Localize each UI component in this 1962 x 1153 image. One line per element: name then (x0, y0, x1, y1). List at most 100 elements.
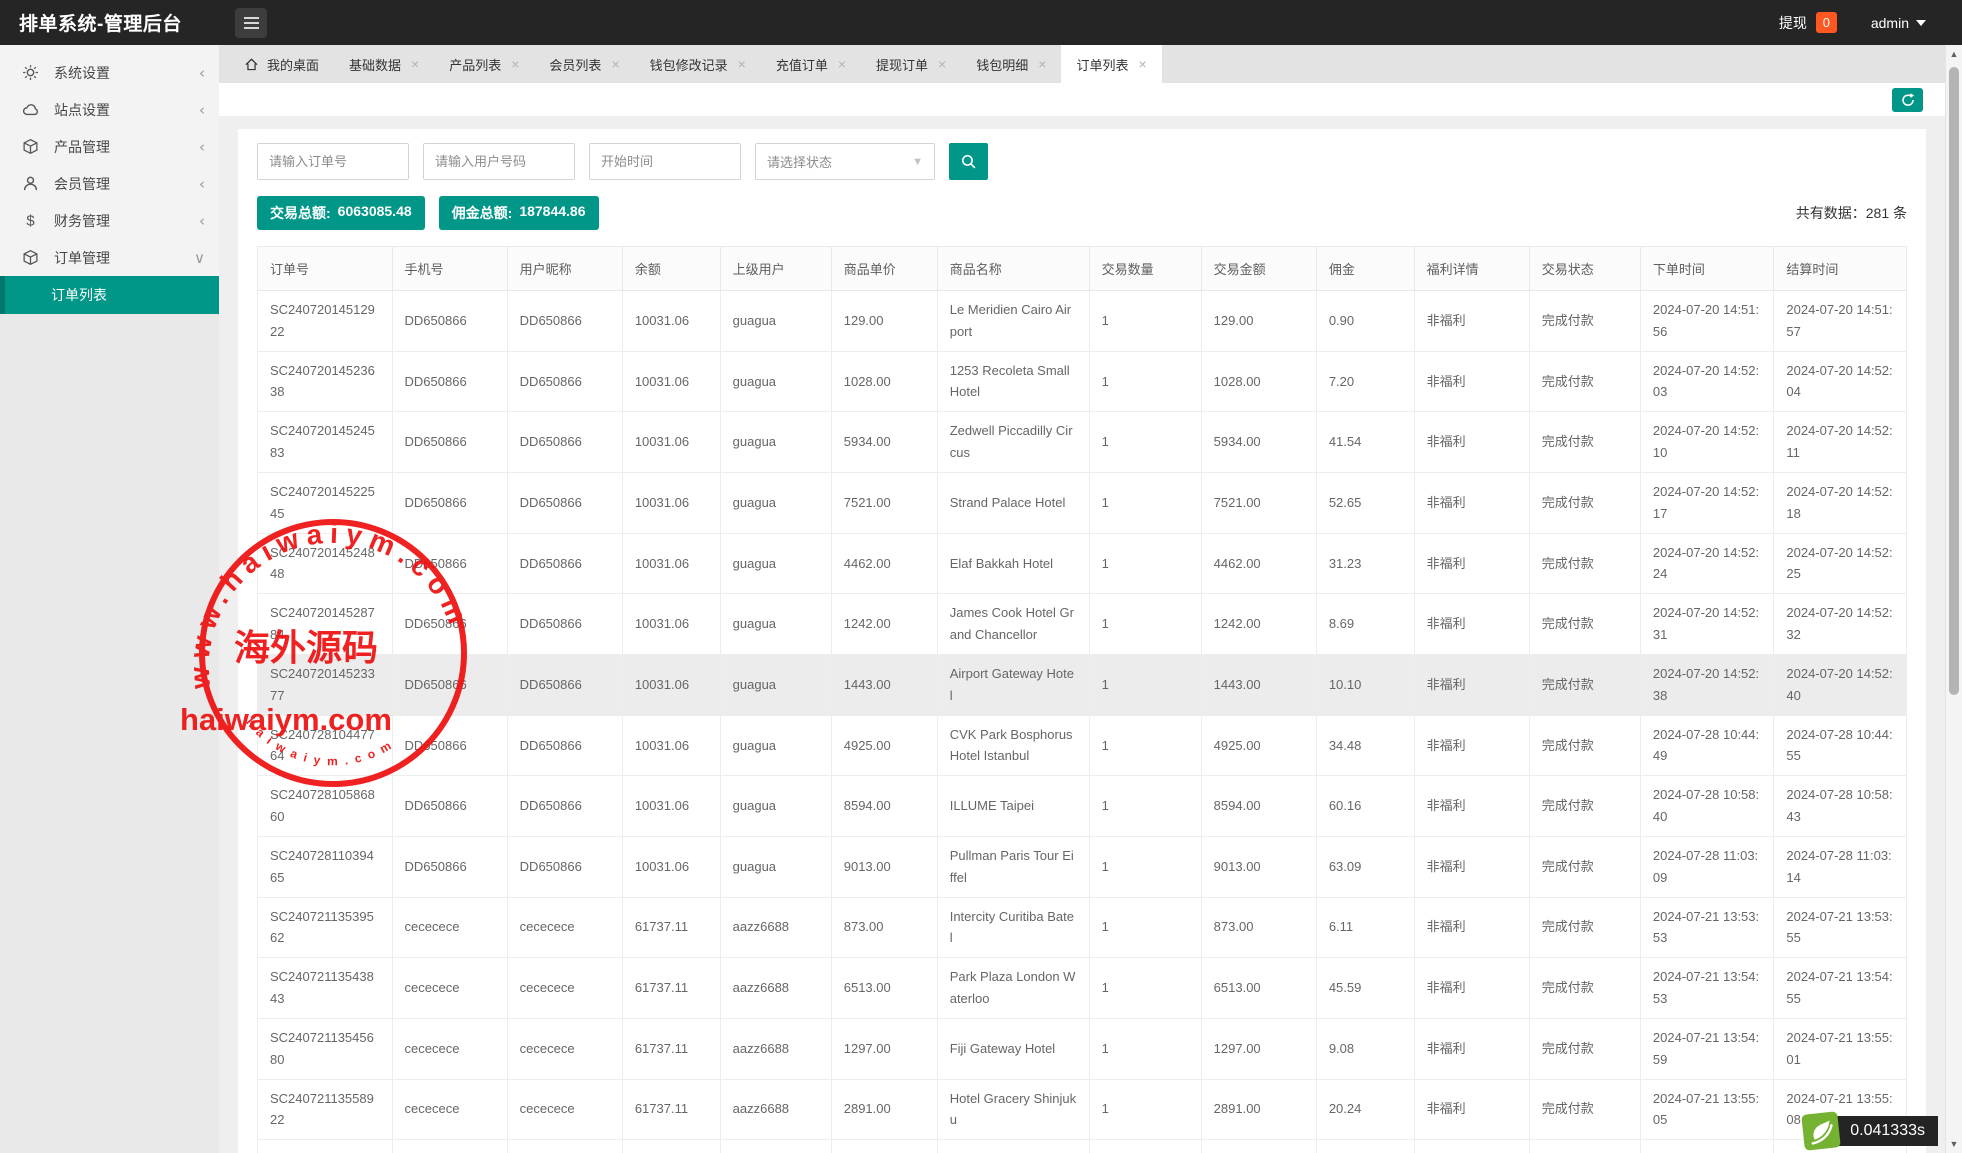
start-time-input[interactable] (589, 143, 741, 180)
cell-phone: cececece (392, 1079, 507, 1140)
table-row[interactable]: SC24072113545680cececececececece61737.11… (258, 1018, 1907, 1079)
cell-parent: guagua (720, 654, 831, 715)
tab-钱包修改记录[interactable]: 钱包修改记录× (635, 45, 761, 83)
cell-product: Fiji Gateway Hotel (937, 1018, 1089, 1079)
sidebar-item-会员管理[interactable]: 会员管理‹ (0, 165, 219, 202)
scroll-up-icon[interactable]: ▲ (1946, 47, 1962, 61)
close-icon[interactable]: × (1038, 56, 1046, 72)
cell-parent: guagua (720, 715, 831, 776)
refresh-button[interactable] (1892, 88, 1923, 112)
cell-parent: guagua (720, 472, 831, 533)
table-row[interactable]: SC24072014528784DD650866DD65086610031.06… (258, 594, 1907, 655)
table-row[interactable]: SC24072014524848DD650866DD65086610031.06… (258, 533, 1907, 594)
cell-order_time: 2024-07-20 14:52:17 (1640, 472, 1774, 533)
close-icon[interactable]: × (611, 56, 619, 72)
cell-nickname: DD650866 (507, 836, 622, 897)
search-button[interactable] (949, 143, 988, 180)
cell-welfare: 非福利 (1414, 958, 1529, 1019)
cell-settle_time: 2024-07-20 14:52:40 (1774, 654, 1907, 715)
cell-parent: aazz6688 (720, 897, 831, 958)
scrollbar-thumb[interactable] (1949, 67, 1959, 695)
cell-qty: 1 (1089, 897, 1201, 958)
close-icon[interactable]: × (938, 56, 946, 72)
sidebar-item-系统设置[interactable]: 系统设置‹ (0, 54, 219, 91)
cell-product: Airport Gateway Hotel (937, 654, 1089, 715)
cell-order_time: 2024-07-20 14:52:38 (1640, 654, 1774, 715)
cell-parent: aazz6688 (720, 1140, 831, 1153)
table-row[interactable]: SC24072113543843cececececececece61737.11… (258, 958, 1907, 1019)
sidebar-item-订单管理[interactable]: 订单管理∨ (0, 239, 219, 276)
cell-parent: guagua (720, 533, 831, 594)
cell-price: 1242.00 (831, 594, 937, 655)
column-header: 交易数量 (1089, 247, 1201, 291)
cell-phone: cececece (392, 1018, 507, 1079)
cell-product: CVK Park Bosphorus Hotel Istanbul (937, 715, 1089, 776)
app-header: 排单系统-管理后台 提现 0 admin (0, 0, 1962, 45)
close-icon[interactable]: × (738, 56, 746, 72)
table-row[interactable]: SC24072811039465DD650866DD65086610031.06… (258, 836, 1907, 897)
tab-订单列表[interactable]: 订单列表× (1061, 45, 1161, 83)
content-card: 请选择状态 ▼ 交易总额: 6063085.48 佣金总额: (238, 129, 1926, 1153)
tab-产品列表[interactable]: 产品列表× (434, 45, 534, 83)
user-no-input[interactable] (423, 143, 575, 180)
cell-status: 完成付款 (1529, 776, 1640, 837)
table-row[interactable]: SC24072014512922DD650866DD65086610031.06… (258, 291, 1907, 352)
table-row[interactable]: SC24072113558922cececececececece61737.11… (258, 1079, 1907, 1140)
cell-welfare: 非福利 (1414, 654, 1529, 715)
withdraw-button[interactable]: 提现 0 (1779, 12, 1837, 33)
user-menu[interactable]: admin (1871, 15, 1926, 31)
close-icon[interactable]: × (411, 56, 419, 72)
cell-welfare: 非福利 (1414, 836, 1529, 897)
close-icon[interactable]: × (511, 56, 519, 72)
close-icon[interactable]: × (838, 56, 846, 72)
close-icon[interactable]: × (1138, 56, 1146, 72)
cell-welfare: 非福利 (1414, 897, 1529, 958)
hamburger-menu-icon[interactable] (235, 8, 267, 38)
cell-balance: 10031.06 (622, 472, 720, 533)
chevron-collapsed-icon: ‹ (199, 175, 205, 193)
sidebar: 系统设置‹站点设置‹产品管理‹会员管理‹$财务管理‹订单管理∨订单列表 (0, 45, 219, 1153)
cell-product: Hotel Gracery Shinjuku (937, 1079, 1089, 1140)
status-select[interactable]: 请选择状态 ▼ (755, 143, 935, 180)
table-row[interactable]: SC24072810586860DD650866DD65086610031.06… (258, 776, 1907, 837)
cell-qty: 1 (1089, 1079, 1201, 1140)
tab-提现订单[interactable]: 提现订单× (861, 45, 961, 83)
tab-我的桌面[interactable]: 我的桌面 (229, 45, 334, 83)
cell-amount: 1242.00 (1201, 594, 1316, 655)
tab-充值订单[interactable]: 充值订单× (761, 45, 861, 83)
table-row[interactable]: SC24072113539562cececececececece61737.11… (258, 897, 1907, 958)
orders-table: 订单号手机号用户昵称余额上级用户商品单价商品名称交易数量交易金额佣金福利详情交易… (257, 246, 1907, 1153)
vertical-scrollbar[interactable]: ▲ ▼ (1945, 45, 1962, 1153)
column-header: 下单时间 (1640, 247, 1774, 291)
table-row[interactable]: SC24072113554334cececececececece61737.11… (258, 1140, 1907, 1153)
cell-product: MEININGER Hotel Berlin Hauptbahnhof (937, 1140, 1089, 1153)
sidebar-item-产品管理[interactable]: 产品管理‹ (0, 128, 219, 165)
cell-nickname: DD650866 (507, 351, 622, 412)
cell-order: SC24072014528784 (258, 594, 393, 655)
cell-settle_time: 2024-07-20 14:52:11 (1774, 412, 1907, 473)
tab-会员列表[interactable]: 会员列表× (534, 45, 634, 83)
table-row[interactable]: SC24072014522545DD650866DD65086610031.06… (258, 472, 1907, 533)
cell-settle_time: 2024-07-28 10:44:55 (1774, 715, 1907, 776)
tab-基础数据[interactable]: 基础数据 × (334, 45, 434, 83)
cell-status: 完成付款 (1529, 1140, 1640, 1153)
sidebar-item-财务管理[interactable]: $财务管理‹ (0, 202, 219, 239)
cell-commission: 41.54 (1316, 412, 1414, 473)
table-row[interactable]: SC24072014523638DD650866DD65086610031.06… (258, 351, 1907, 412)
table-row[interactable]: SC24072014523377DD650866DD65086610031.06… (258, 654, 1907, 715)
cell-settle_time: 2024-07-21 13:53:55 (1774, 897, 1907, 958)
cell-status: 完成付款 (1529, 1018, 1640, 1079)
cell-order: SC24072810447764 (258, 715, 393, 776)
table-row[interactable]: SC24072810447764DD650866DD65086610031.06… (258, 715, 1907, 776)
cell-order: SC24072014522545 (258, 472, 393, 533)
order-no-input[interactable] (257, 143, 409, 180)
scroll-down-icon[interactable]: ▼ (1946, 1137, 1962, 1151)
tab-钱包明细[interactable]: 钱包明细× (961, 45, 1061, 83)
table-row[interactable]: SC24072014524583DD650866DD65086610031.06… (258, 412, 1907, 473)
cell-qty: 1 (1089, 472, 1201, 533)
sidebar-item-站点设置[interactable]: 站点设置‹ (0, 91, 219, 128)
column-header: 福利详情 (1414, 247, 1529, 291)
cell-welfare: 非福利 (1414, 1079, 1529, 1140)
sidebar-subitem-active[interactable]: 订单列表 (0, 276, 219, 314)
tab-label: 基础数据 (349, 55, 401, 74)
